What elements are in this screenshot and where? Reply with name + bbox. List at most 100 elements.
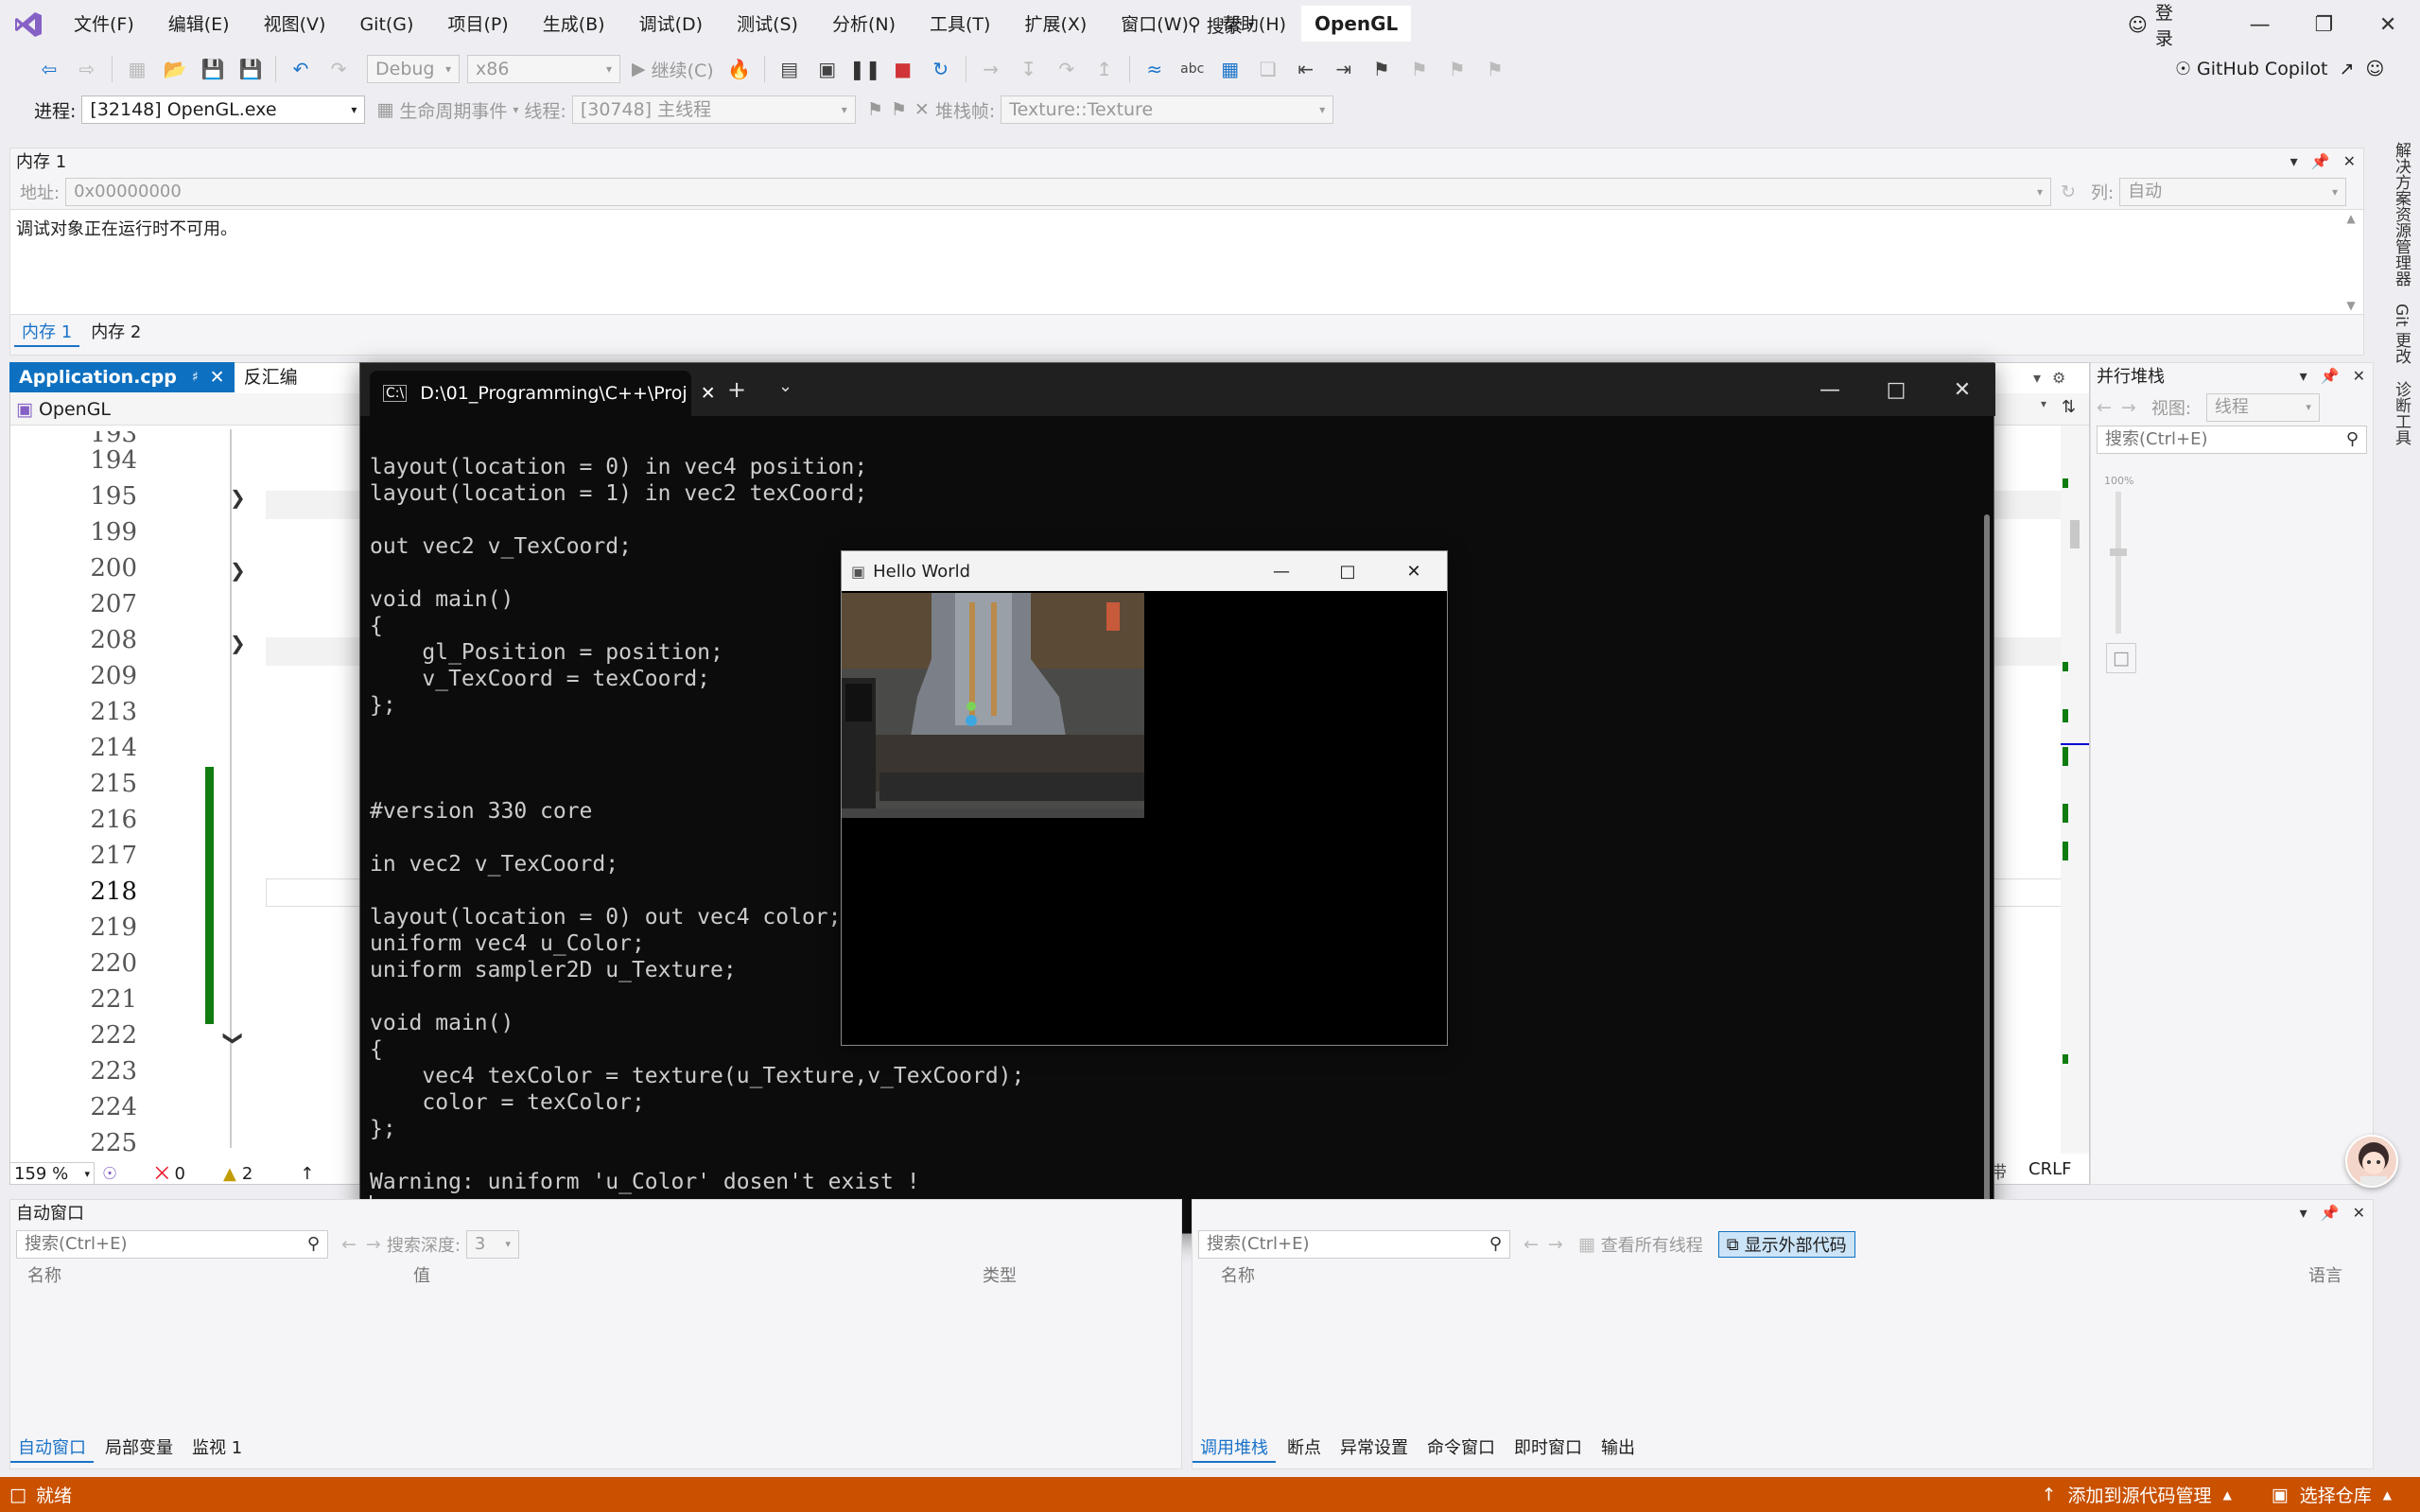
menu-item-4[interactable]: 项目(P) xyxy=(430,0,525,49)
expand-icon[interactable]: ❯ xyxy=(230,486,246,509)
minimize-button[interactable]: — xyxy=(1797,363,1863,416)
memory-scrollbar[interactable]: ▲ ▼ xyxy=(2344,212,2358,312)
flag-all-icon[interactable]: ⚑ xyxy=(891,99,907,120)
forward-icon[interactable]: → xyxy=(366,1234,381,1255)
maximize-button[interactable]: □ xyxy=(1314,562,1381,582)
prev-bookmark-icon[interactable]: ⚑ xyxy=(1403,53,1436,85)
copilot-button[interactable]: GitHub Copilot xyxy=(2197,59,2327,79)
step-out-icon[interactable]: ↥ xyxy=(1088,53,1121,85)
dropdown-icon[interactable]: ▾ xyxy=(2290,152,2298,170)
minimize-button[interactable]: — xyxy=(1248,562,1314,582)
terminal-scrollbar[interactable] xyxy=(1984,514,1990,1205)
process-select[interactable]: [32148] OpenGL.exe ▾ xyxy=(81,96,366,124)
pause-icon[interactable]: ❚❚ xyxy=(849,53,881,85)
forward-icon[interactable]: ⇨ xyxy=(71,53,103,85)
tab-command-window[interactable]: 命令窗口 xyxy=(1419,1433,1503,1463)
search-box[interactable]: ⚲ 搜索 ▾ xyxy=(1188,8,1254,42)
close-icon[interactable]: ✕ xyxy=(210,362,225,392)
back-icon[interactable]: ← xyxy=(1523,1234,1539,1255)
settings-icon[interactable]: ⚙ xyxy=(2052,369,2065,387)
clear-bookmarks-icon[interactable]: ⚑ xyxy=(1479,53,1511,85)
filter-icon[interactable]: ✕ xyxy=(914,99,930,120)
spellcheck-icon[interactable]: abc xyxy=(1176,53,1209,85)
next-bookmark-icon[interactable]: ⚑ xyxy=(1441,53,1473,85)
menu-item-7[interactable]: 测试(S) xyxy=(720,0,815,49)
open-folder-icon[interactable]: 📂 xyxy=(159,53,191,85)
outdent-icon[interactable]: ⇥ xyxy=(1328,53,1360,85)
save-icon[interactable]: 💾 xyxy=(197,53,229,85)
indent-icon[interactable]: ⇤ xyxy=(1290,53,1322,85)
zoom-slider-thumb[interactable] xyxy=(2110,548,2127,556)
menu-item-0[interactable]: 文件(F) xyxy=(57,0,151,49)
tab-memory-1[interactable]: 内存 1 xyxy=(14,317,80,347)
forward-icon[interactable]: → xyxy=(1548,1234,1563,1255)
add-to-source-control[interactable]: 添加到源代码管理 xyxy=(2068,1482,2212,1507)
rail-diagnostic-tools[interactable]: 诊断工具 xyxy=(2390,381,2413,445)
column-name[interactable]: 名称 xyxy=(1221,1262,2308,1287)
terminal-tab[interactable]: C:\ D:\01_Programming\C++\Proj ✕ xyxy=(370,371,716,416)
refresh-icon[interactable]: ↻ xyxy=(2061,182,2076,202)
minimize-button[interactable]: — xyxy=(2228,0,2292,49)
tab-dropdown-icon[interactable]: ⌄ xyxy=(778,376,792,396)
continue-button[interactable]: ▶ 继续(C) xyxy=(632,57,714,82)
tab-memory-2[interactable]: 内存 2 xyxy=(83,317,148,347)
tab-breakpoints[interactable]: 断点 xyxy=(1280,1433,1329,1463)
pin-icon[interactable]: 📌 xyxy=(2311,152,2330,170)
menu-item-1[interactable]: 编辑(E) xyxy=(151,0,247,49)
address-input[interactable]: 0x00000000 ▾ xyxy=(65,178,2052,206)
chevron-down-icon[interactable]: ▾ xyxy=(2041,397,2046,410)
column-language[interactable]: 语言 xyxy=(2308,1262,2342,1287)
undo-icon[interactable]: ↶ xyxy=(285,53,317,85)
menu-item-8[interactable]: 分析(N) xyxy=(815,0,913,49)
select-repository[interactable]: 选择仓库 xyxy=(2300,1482,2372,1507)
column-type[interactable]: 类型 xyxy=(983,1262,1017,1287)
line-ending[interactable]: CRLF xyxy=(2028,1159,2071,1179)
menu-item-5[interactable]: 生成(B) xyxy=(526,0,622,49)
tab-disassembly[interactable]: 反汇编 xyxy=(235,362,357,392)
stackframe-select[interactable]: Texture::Texture ▾ xyxy=(1001,96,1334,124)
intellicode-icon[interactable]: ☉ xyxy=(102,1164,117,1184)
feedback-icon[interactable]: ☺ xyxy=(2365,59,2384,79)
show-external-code-button[interactable]: ⧉ 显示外部代码 xyxy=(1717,1231,1855,1258)
back-icon[interactable]: ← xyxy=(341,1234,357,1255)
menu-item-9[interactable]: 工具(T) xyxy=(913,0,1007,49)
restore-button[interactable]: ❐ xyxy=(2291,0,2356,49)
layout-icon[interactable]: ▣ xyxy=(811,53,844,85)
tab-exception-settings[interactable]: 异常设置 xyxy=(1332,1433,1416,1463)
columns-select[interactable]: 自动 ▾ xyxy=(2119,178,2347,206)
close-icon[interactable]: ✕ xyxy=(2353,1204,2365,1222)
back-icon[interactable]: ← xyxy=(2097,397,2112,418)
diagnostics-icon[interactable]: ▤ xyxy=(774,53,806,85)
fit-view-icon[interactable]: □ xyxy=(2106,643,2136,673)
close-icon[interactable]: ✕ xyxy=(701,383,716,404)
editor-scrollbar[interactable] xyxy=(2061,426,2089,1154)
close-icon[interactable]: ✕ xyxy=(2343,152,2356,170)
rail-git-changes[interactable]: Git 更改 xyxy=(2390,304,2413,364)
menu-item-3[interactable]: Git(G) xyxy=(342,0,430,49)
close-button[interactable]: ✕ xyxy=(1929,363,1995,416)
tab-call-stack[interactable]: 调用堆栈 xyxy=(1193,1433,1276,1463)
new-tab-button[interactable]: + xyxy=(727,376,746,403)
search-depth-select[interactable]: 3 ▾ xyxy=(465,1230,519,1259)
call-stack-search[interactable]: 搜索(Ctrl+E) ⚲ xyxy=(1198,1230,1510,1259)
zoom-select[interactable]: 159 % ▾ xyxy=(9,1162,95,1185)
error-icon[interactable]: ⨉ xyxy=(155,1164,168,1184)
hot-reload-icon[interactable]: 🔥 xyxy=(723,53,756,85)
restart-icon[interactable]: ↻ xyxy=(925,53,957,85)
code-map-icon[interactable]: ▦ xyxy=(1214,53,1246,85)
autos-search[interactable]: 搜索(Ctrl+E) ⚲ xyxy=(16,1230,328,1259)
expand-icon[interactable]: ❯ xyxy=(230,559,246,582)
close-button[interactable]: ✕ xyxy=(1381,562,1447,582)
view-all-threads-button[interactable]: 查看所有线程 xyxy=(1601,1232,1703,1257)
tab-locals[interactable]: 局部变量 xyxy=(97,1433,181,1463)
dropdown-icon[interactable]: ▾ xyxy=(2300,367,2307,385)
split-icon[interactable]: ⇅ xyxy=(2062,397,2076,417)
thread-icon[interactable]: ≈ xyxy=(1139,53,1171,85)
maximize-button[interactable]: □ xyxy=(1863,363,1929,416)
prev-issue-icon[interactable]: ↑ xyxy=(300,1164,314,1184)
zoom-slider[interactable] xyxy=(2110,492,2127,634)
thread-select[interactable]: [30748] 主线程 ▾ xyxy=(571,96,856,124)
pin-icon[interactable]: 📌 xyxy=(2321,1204,2340,1222)
step-over-icon[interactable]: ↷ xyxy=(1051,53,1083,85)
tab-immediate-window[interactable]: 即时窗口 xyxy=(1506,1433,1590,1463)
